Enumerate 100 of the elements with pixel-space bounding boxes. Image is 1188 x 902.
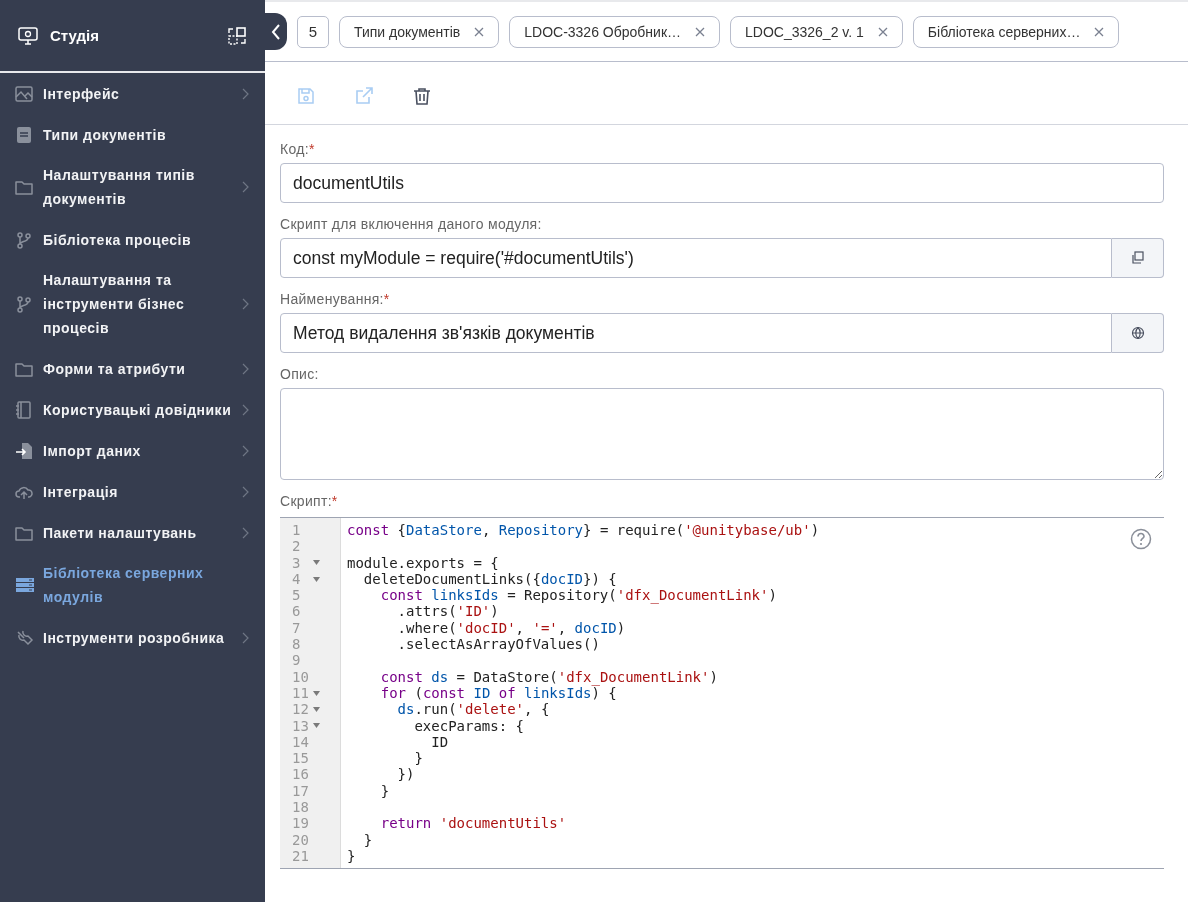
sidebar-item[interactable]: Форми та атрибути <box>0 348 265 389</box>
sidebar-item[interactable]: Налаштування типів документів <box>0 155 265 219</box>
wrench-icon <box>15 628 35 647</box>
tab-count-button[interactable]: 5 <box>297 15 329 48</box>
required-mark: * <box>383 291 390 307</box>
input-field[interactable]: Метод видалення зв'язків документів <box>280 313 1112 353</box>
help-icon[interactable] <box>1130 528 1152 550</box>
code-line: } <box>362 831 374 848</box>
code-line: } <box>413 750 424 767</box>
code-line: ds.run('delete', { <box>396 701 551 718</box>
fold-arrow-icon[interactable] <box>313 690 320 696</box>
close-icon[interactable] <box>474 26 485 37</box>
code-line: module.exports = { <box>347 554 500 571</box>
field-label: Код: <box>280 141 309 157</box>
chevron-right-icon <box>241 444 249 457</box>
code-line: .attrs('ID') <box>396 603 500 620</box>
sidebar-item[interactable]: Користувацькі довідники <box>0 389 265 430</box>
line-number: 9 <box>292 652 302 669</box>
sidebar-item[interactable]: Типи документів <box>0 114 265 155</box>
line-number: 18 <box>292 799 310 816</box>
line-number: 2 <box>292 538 302 555</box>
code-line: deleteDocumentLinks({docID}) { <box>363 570 618 588</box>
fold-arrow-icon[interactable] <box>313 723 320 729</box>
import-icon <box>15 441 35 460</box>
close-icon[interactable] <box>695 26 705 37</box>
required-mark: * <box>331 493 338 509</box>
fold-arrow-icon[interactable] <box>313 576 320 582</box>
chevron-right-icon <box>241 526 249 539</box>
field-label: Скрипт для включення даного модуля: <box>280 216 542 232</box>
code-line: const linksIds = Repository('dfx_DocumentLink') <box>379 587 778 604</box>
line-number: 20 <box>292 831 310 848</box>
chevron-right-icon <box>241 87 249 100</box>
chevron-right-icon <box>241 403 249 416</box>
line-number: 1 <box>292 522 302 539</box>
input-field[interactable]: documentUtils <box>280 163 1164 203</box>
line-number: 17 <box>292 782 310 800</box>
field-label: Найменування: <box>280 291 384 307</box>
line-number: 11 <box>292 684 310 702</box>
code-line: }) <box>396 766 416 783</box>
code-line: .where('docID', '=', docID) <box>396 619 627 637</box>
switch-layout-button[interactable] <box>227 25 247 46</box>
sidebar-item[interactable]: Бібліотека процесів <box>0 219 265 260</box>
sidebar-item[interactable]: Налаштування та інструменти бізнес процесів <box>0 260 265 348</box>
sidebar-item[interactable]: Інтерфейс <box>0 73 265 114</box>
tab[interactable]: Типи документів <box>339 15 500 48</box>
chevron-right-icon <box>241 485 249 498</box>
copy-button[interactable] <box>1112 238 1164 278</box>
line-number: 3 <box>292 554 302 571</box>
folder-icon <box>15 178 35 196</box>
line-number: 6 <box>292 603 302 620</box>
line-number: 19 <box>292 815 310 832</box>
line-number: 14 <box>292 733 310 751</box>
field-label: Скрипт: <box>280 493 332 509</box>
code-line: const {DataStore, Repository} = require('@unitybase/ub') <box>347 522 820 539</box>
line-number: 15 <box>292 750 310 767</box>
app-title: Студія <box>50 27 100 44</box>
collapse-sidebar-button[interactable] <box>265 13 287 50</box>
code-line: return 'documentUtils' <box>379 815 568 832</box>
description-field[interactable] <box>280 388 1164 480</box>
line-number: 13 <box>292 717 310 734</box>
code-line: .selectAsArrayOfValues() <box>396 636 601 653</box>
line-number: 5 <box>292 587 302 604</box>
required-mark: * <box>308 141 315 157</box>
tab[interactable]: LDOC_3326_2 v. 1 <box>730 15 903 48</box>
fold-arrow-icon[interactable] <box>313 560 320 566</box>
copy-icon <box>1130 251 1145 265</box>
input-field[interactable]: const myModule = require('#documentUtils') <box>280 238 1112 278</box>
chevron-left-icon <box>271 23 281 40</box>
code-line: } <box>347 847 357 865</box>
tab[interactable]: LDOC-3326 Обробник… <box>509 15 720 48</box>
chevron-right-icon <box>241 181 249 193</box>
monitor-icon <box>18 26 38 45</box>
globe-icon <box>1130 326 1145 340</box>
line-number: 10 <box>292 668 310 685</box>
code-editor[interactable] <box>280 517 1164 870</box>
sidebar-item[interactable]: Бібліотека серверних модулів <box>0 553 265 617</box>
server-icon <box>15 576 35 594</box>
fold-arrow-icon[interactable] <box>313 706 320 712</box>
code-line: for (const ID of linksIds) { <box>379 684 617 702</box>
close-icon[interactable] <box>877 26 888 37</box>
sidebar-item[interactable]: Інструменти розробника <box>0 617 265 658</box>
globe-button[interactable] <box>1112 313 1164 353</box>
code-line: ID <box>430 733 450 751</box>
sidebar-item[interactable]: Імпорт даних <box>0 430 265 471</box>
line-number: 8 <box>292 636 302 653</box>
line-number: 12 <box>292 701 310 718</box>
sidebar-item[interactable]: Інтеграція <box>0 471 265 512</box>
line-number: 16 <box>292 766 310 783</box>
chevron-right-icon <box>241 362 249 375</box>
trash-button[interactable] <box>413 87 431 105</box>
external-link-icon <box>355 87 373 105</box>
sidebar-item[interactable]: Пакети налаштувань <box>0 512 265 553</box>
line-number: 21 <box>292 847 310 865</box>
close-icon[interactable] <box>1094 26 1105 37</box>
save-icon <box>297 87 315 105</box>
tab[interactable]: Бібліотека серверних… <box>912 15 1120 48</box>
line-number: 7 <box>292 619 302 637</box>
line-number: 4 <box>292 570 302 588</box>
layout-switch-icon <box>227 25 247 46</box>
image-icon <box>15 84 35 103</box>
